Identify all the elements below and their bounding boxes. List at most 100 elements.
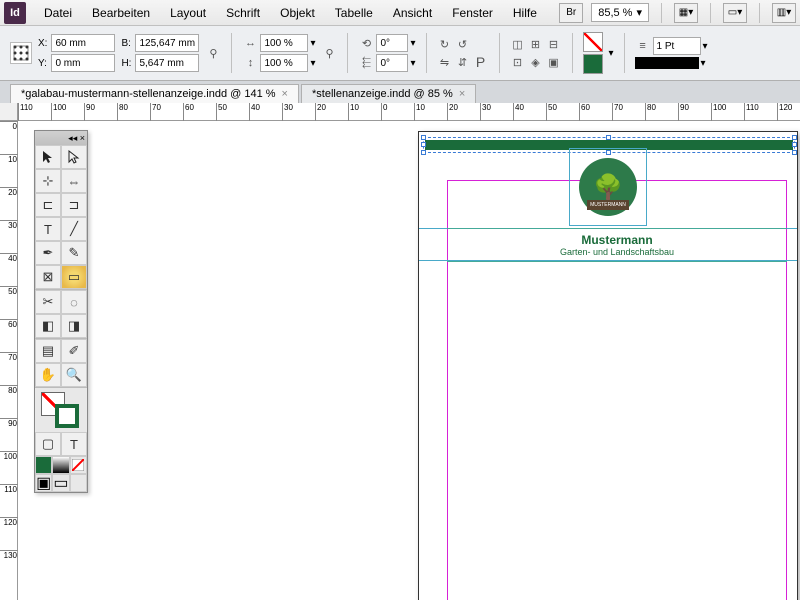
gap-tool[interactable]: ⇔ [61,169,87,193]
note-tool[interactable]: ▤ [35,339,61,363]
scissors-tool[interactable]: ✂ [35,290,61,314]
panel-header[interactable]: ◂◂ × [35,131,87,145]
type-tool[interactable]: T [35,217,61,241]
tab-document-1[interactable]: *galabau-mustermann-stellenanzeige.indd … [10,84,299,103]
flip-h-icon[interactable]: ⇋ [437,54,453,70]
tools-panel: ◂◂ × ⊹ ⇔ ⊏ ⊐ T ╱ ✒ ✎ ⊠ ▭ ✂ ◌ ◧ ◨ ▤ ✐ ✋ 🔍… [34,130,88,493]
align-icon-4[interactable]: ⊡ [510,54,526,70]
ruler-horizontal[interactable]: 1101009080706050403020100102030405060708… [18,103,800,121]
menu-tabelle[interactable]: Tabelle [325,2,383,24]
fill-stroke-proxy[interactable] [35,388,87,432]
menu-ansicht[interactable]: Ansicht [383,2,442,24]
align-icon-1[interactable]: ◫ [510,36,526,52]
logo-frame[interactable]: 🌳 MUSTERMANN [569,148,647,226]
w-input[interactable] [135,34,199,52]
control-bar: X: Y: B: H: ⚲ ↔▾ ↕▾ ⚲ ⟲▾ ⬱▾ ↻ ↺ ⇋ ⇵ P ◫ [0,26,800,81]
title-text-frame[interactable]: Mustermann Garten- und Landschaftsbau [447,228,787,262]
menu-fenster[interactable]: Fenster [442,2,503,24]
gradient-feather-tool[interactable]: ◨ [61,314,87,338]
fill-swatch[interactable] [583,32,603,52]
app-icon: Id [4,2,26,24]
transform-p-icon[interactable]: P [473,54,489,70]
tab-document-2[interactable]: *stellenanzeige.indd @ 85 %× [301,84,476,103]
view-mode-normal[interactable]: ▣ [35,474,52,492]
format-container-icon[interactable]: ▢ [35,432,61,456]
eyedropper-tool[interactable]: ✐ [61,339,87,363]
line-tool[interactable]: ╱ [61,217,87,241]
content-collector-tool[interactable]: ⊏ [35,193,61,217]
free-transform-tool[interactable]: ◌ [61,290,87,314]
w-label: B: [121,38,131,49]
stroke-weight-input[interactable] [653,37,701,55]
apply-gradient-icon[interactable] [52,456,69,474]
view-options-button[interactable]: ▦▾ [674,3,698,23]
collapse-icon[interactable]: ◂◂ [68,133,77,144]
close-icon[interactable]: × [80,133,85,143]
align-icon-6[interactable]: ▣ [546,54,562,70]
close-icon[interactable]: × [282,88,288,100]
flip-v-icon[interactable]: ⇵ [455,54,471,70]
ruler-vertical[interactable]: 0102030405060708090100110120130 [0,121,18,600]
reference-point-icon[interactable] [10,42,32,64]
shear-icon: ⬱ [358,55,374,71]
direct-selection-tool[interactable] [61,145,87,169]
rotate-input[interactable] [376,34,408,52]
selection-tool[interactable] [35,145,61,169]
align-icon-5[interactable]: ◈ [528,54,544,70]
logo-circle: 🌳 MUSTERMANN [579,158,637,216]
arrange-button[interactable]: ▥▾ [772,3,796,23]
document-page: 🌳 MUSTERMANN Mustermann Garten- und Land… [418,131,798,600]
page-tool[interactable]: ⊹ [35,169,61,193]
stroke-proxy[interactable] [55,404,79,428]
menu-bar: Id Datei Bearbeiten Layout Schrift Objek… [0,0,800,26]
x-input[interactable] [51,34,115,52]
y-label: Y: [38,58,47,69]
scale-y-input[interactable] [260,54,308,72]
stroke-style-preview[interactable] [635,57,699,69]
screen-mode-button[interactable]: ▭▾ [723,3,747,23]
align-icon-3[interactable]: ⊟ [546,36,562,52]
canvas[interactable]: 🌳 MUSTERMANN Mustermann Garten- und Land… [18,121,800,600]
h-input[interactable] [135,54,199,72]
stroke-weight-icon: ≡ [635,38,651,54]
rectangle-frame-tool[interactable]: ⊠ [35,265,61,289]
zoom-tool[interactable]: 🔍 [61,363,87,387]
menu-layout[interactable]: Layout [160,2,216,24]
rotate-cw-icon[interactable]: ↻ [437,36,453,52]
x-label: X: [38,38,47,49]
menu-schrift[interactable]: Schrift [216,2,270,24]
apply-none-icon[interactable] [70,456,87,474]
align-icon-2[interactable]: ⊞ [528,36,544,52]
gradient-swatch-tool[interactable]: ◧ [35,314,61,338]
stroke-swatch[interactable] [583,54,603,74]
content-placer-tool[interactable]: ⊐ [61,193,87,217]
tree-icon: 🌳 [593,173,623,202]
shear-input[interactable] [376,54,408,72]
company-subtitle: Garten- und Landschaftsbau [447,247,787,257]
rotate-icon: ⟲ [358,35,374,51]
close-icon[interactable]: × [459,88,465,100]
format-text-icon[interactable]: T [61,432,87,456]
ruler-origin[interactable] [0,103,18,121]
rectangle-tool[interactable]: ▭ [61,265,87,289]
menu-objekt[interactable]: Objekt [270,2,325,24]
pencil-tool[interactable]: ✎ [61,241,87,265]
menu-datei[interactable]: Datei [34,2,82,24]
apply-color-icon[interactable] [35,456,52,474]
hand-tool[interactable]: ✋ [35,363,61,387]
rotate-ccw-icon[interactable]: ↺ [455,36,471,52]
zoom-level[interactable]: 85,5 %▾ [591,3,649,22]
document-tabs: *galabau-mustermann-stellenanzeige.indd … [0,81,800,103]
scale-x-icon: ↔ [242,35,258,51]
view-mode-preview[interactable]: ▭ [52,474,69,492]
y-input[interactable] [51,54,115,72]
pen-tool[interactable]: ✒ [35,241,61,265]
constrain-wh-icon[interactable]: ⚲ [205,45,221,61]
bridge-button[interactable]: Br [559,3,583,23]
constrain-scale-icon[interactable]: ⚲ [321,45,337,61]
scale-y-icon: ↕ [242,55,258,71]
workspace: 0102030405060708090100110120130 🌳 MUSTER… [0,121,800,600]
menu-hilfe[interactable]: Hilfe [503,2,547,24]
menu-bearbeiten[interactable]: Bearbeiten [82,2,160,24]
scale-x-input[interactable] [260,34,308,52]
